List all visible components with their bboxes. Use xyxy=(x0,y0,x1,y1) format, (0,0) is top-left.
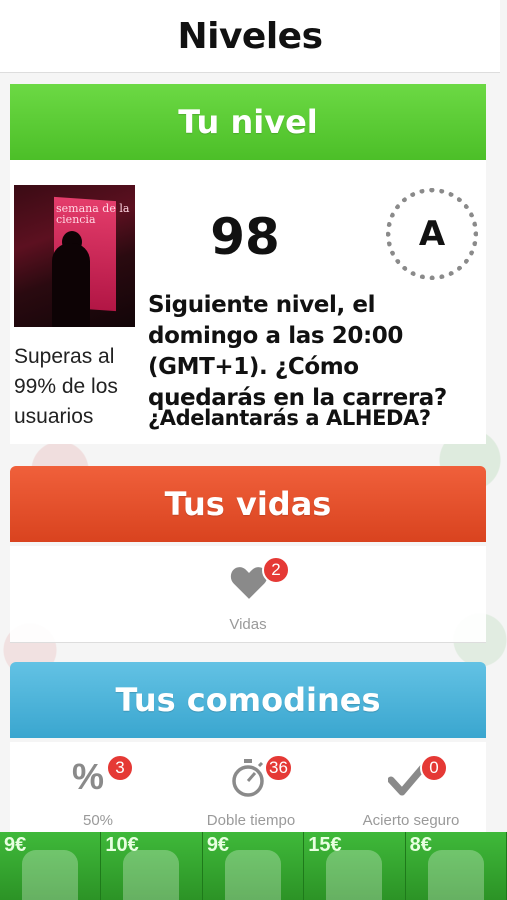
ad-price: 9€ xyxy=(4,834,27,856)
ad-price: 10€ xyxy=(105,834,139,856)
lives-label: Vidas xyxy=(229,616,267,633)
lives-card: Tus vidas 2 Vidas xyxy=(10,466,486,643)
overtake-text: ¿Adelantarás a ALHEDA? xyxy=(148,406,431,430)
ad-image xyxy=(224,850,281,900)
page-title: Niveles xyxy=(177,15,323,57)
jokers-banner: Tus comodines xyxy=(10,662,486,738)
joker-double-time-label: Doble tiempo xyxy=(206,812,296,829)
ad-item[interactable]: 10€ xyxy=(101,832,203,900)
jokers-card: Tus comodines % 3 50% 36 Doble tiempo 0 … xyxy=(10,662,486,832)
jokers-body: % 3 50% 36 Doble tiempo 0 Acierto seguro xyxy=(10,742,486,832)
ad-image xyxy=(22,850,78,900)
lives-banner: Tus vidas xyxy=(10,466,486,542)
ad-item[interactable]: 9€ xyxy=(202,832,305,900)
joker-50-label: 50% xyxy=(82,812,114,829)
ad-item[interactable]: 9€ xyxy=(0,832,102,900)
ad-image xyxy=(326,850,383,900)
photo-person xyxy=(52,243,90,327)
joker-sure-answer-label: Acierto seguro xyxy=(362,812,460,829)
level-banner: Tu nivel xyxy=(10,84,486,160)
percent-icon: % xyxy=(72,756,105,797)
joker-double-time-count-badge: 36 xyxy=(264,754,293,782)
lives-count-badge: 2 xyxy=(262,556,290,584)
level-number: 98 xyxy=(210,208,280,266)
stopwatch-icon xyxy=(232,759,264,797)
ad-item[interactable]: 15€ xyxy=(304,832,406,900)
ad-price: 9€ xyxy=(206,834,230,856)
ad-price: 15€ xyxy=(308,834,342,856)
app-header: Niveles xyxy=(0,0,500,73)
percentile-text: Superas al 99% de los usuarios xyxy=(14,345,118,428)
joker-sure-answer-count-badge: 0 xyxy=(420,754,448,782)
ad-price: 8€ xyxy=(409,834,432,856)
ad-item[interactable]: 8€ xyxy=(405,832,507,900)
ad-image xyxy=(123,850,180,900)
joker-50-count-badge: 3 xyxy=(106,754,134,782)
rank-badge: A xyxy=(386,188,478,280)
photo-caption: semana de la ciencia xyxy=(56,202,130,226)
user-avatar-photo[interactable]: semana de la ciencia xyxy=(14,185,135,327)
level-card: Tu nivel semana de la ciencia Superas al… xyxy=(10,84,486,444)
lives-body[interactable]: 2 Vidas xyxy=(10,546,486,643)
next-level-text: Siguiente nivel, el domingo a las 20:00 … xyxy=(148,292,447,411)
ad-image xyxy=(427,850,484,900)
ad-banner-strip[interactable]: 9€ 10€ 9€ 15€ 8€ xyxy=(0,832,507,900)
